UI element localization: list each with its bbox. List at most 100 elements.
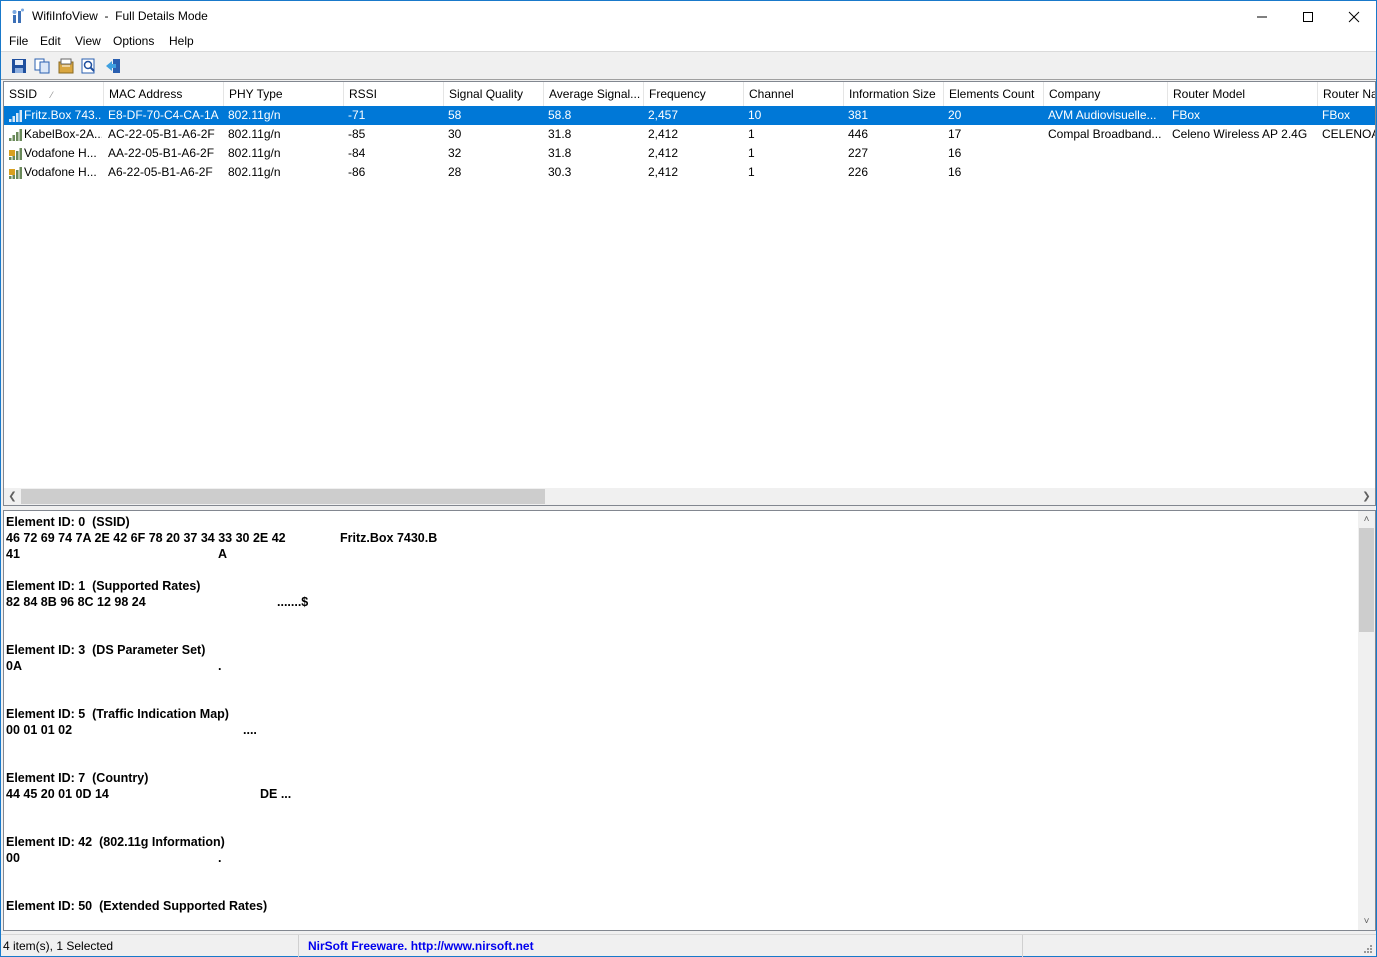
hex-bytes: 46 72 69 74 7A 2E 42 6F 78 20 37 34 33 3…	[6, 531, 286, 545]
ascii-text: .......$	[277, 595, 309, 609]
size-grip-icon[interactable]	[1362, 943, 1374, 955]
horizontal-scrollbar[interactable]: ❮ ❯	[4, 488, 1375, 505]
table-row[interactable]: Vodafone H... A6-22-05-B1-A6-2F 802.11g/n -…	[4, 163, 1375, 182]
cell-ssid: Vodafone H...	[24, 165, 97, 179]
menu-edit[interactable]: Edit	[39, 34, 62, 48]
scroll-down-icon[interactable]: ˅	[1358, 913, 1375, 930]
hex-line: 46 72 69 74 7A 2E 42 6F 78 20 37 34 33 3…	[6, 530, 1356, 546]
cell-ssid: KabelBox-2A...	[24, 127, 102, 141]
menu-help[interactable]: Help	[168, 34, 195, 48]
copy-icon[interactable]	[33, 57, 51, 75]
element-header: Element ID: 42 (802.11g Information)	[6, 835, 225, 849]
column-header-elements-count[interactable]: Elements Count	[944, 82, 1044, 106]
hex-bytes: 44 45 20 01 0D 14	[6, 787, 109, 801]
status-nirsoft-link[interactable]: NirSoft Freeware. http://www.nirsoft.net	[301, 935, 1023, 957]
properties-icon[interactable]	[57, 57, 75, 75]
cell-rssi: -71	[348, 108, 366, 122]
cell-frequency: 2,457	[648, 108, 679, 122]
cell-mac: A6-22-05-B1-A6-2F	[108, 165, 213, 179]
scroll-left-icon[interactable]: ❮	[4, 488, 21, 505]
cell-company: AVM Audiovisuelle...	[1048, 108, 1157, 122]
cell-signal-quality: 30	[448, 127, 462, 141]
cell-phy: 802.11g/n	[228, 146, 281, 160]
locked-signal-icon	[9, 167, 22, 179]
column-header-information-size[interactable]: Information Size	[844, 82, 944, 106]
details-pane[interactable]: Element ID: 0 (SSID) 46 72 69 74 7A 2E 42…	[3, 510, 1376, 931]
column-header-router-model[interactable]: Router Model	[1168, 82, 1318, 106]
element-header: Element ID: 1 (Supported Rates)	[6, 579, 201, 593]
element-header: Element ID: 7 (Country)	[6, 771, 149, 785]
find-icon[interactable]	[80, 57, 98, 75]
hex-bytes: 41	[6, 547, 20, 561]
element-header: Element ID: 3 (DS Parameter Set)	[6, 643, 206, 657]
maximize-icon	[1303, 11, 1313, 22]
cell-router-name: CELENOA	[1322, 127, 1376, 141]
menu-file[interactable]: File	[8, 34, 29, 48]
cell-phy: 802.11g/n	[228, 127, 281, 141]
horizontal-scroll-thumb[interactable]	[21, 489, 545, 504]
minimize-button[interactable]	[1239, 1, 1285, 32]
menu-options[interactable]: Options	[112, 34, 155, 48]
cell-elements-count: 16	[948, 146, 962, 160]
column-header-channel[interactable]: Channel	[744, 82, 844, 106]
vertical-scroll-thumb[interactable]	[1359, 528, 1374, 632]
cell-average-signal: 31.8	[548, 146, 572, 160]
scroll-right-icon[interactable]: ❯	[1358, 488, 1375, 505]
table-row[interactable]: KabelBox-2A... AC-22-05-B1-A6-2F 802.11g/n…	[4, 125, 1376, 144]
hex-line: 41 A	[6, 546, 1356, 562]
maximize-button[interactable]	[1285, 1, 1331, 32]
element-block: Element ID: 0 (SSID) 46 72 69 74 7A 2E 42…	[6, 514, 1356, 578]
column-header-frequency[interactable]: Frequency	[644, 82, 744, 106]
ascii-text: Fritz.Box 7430.B	[340, 531, 438, 545]
save-icon[interactable]	[10, 57, 28, 75]
toolbar	[1, 53, 1376, 80]
hex-bytes: 0A	[6, 659, 22, 673]
hex-bytes: 82 84 8B 96 8C 12 98 24	[6, 595, 146, 609]
cell-router-model: Celeno Wireless AP 2.4G	[1172, 127, 1308, 141]
element-block: Element ID: 50 (Extended Supported Rates…	[6, 898, 1356, 930]
table-row[interactable]: Vodafone H... AA-22-05-B1-A6-2F 802.11g/n -…	[4, 144, 1375, 163]
cell-elements-count: 17	[948, 127, 962, 141]
column-header-signal-quality[interactable]: Signal Quality	[444, 82, 544, 106]
column-header-router-name[interactable]: Router Na	[1318, 82, 1375, 106]
menu-bar: File Edit View Options Help	[1, 32, 1376, 52]
column-header-ssid[interactable]: SSID ⁄	[4, 82, 104, 106]
column-header-company[interactable]: Company	[1044, 82, 1168, 106]
column-header-phy[interactable]: PHY Type	[224, 82, 344, 106]
cell-rssi: -86	[348, 165, 366, 179]
cell-router-name: FBox	[1322, 108, 1351, 122]
cell-information-size: 227	[848, 146, 869, 160]
cell-average-signal: 58.8	[548, 108, 572, 122]
cell-information-size: 381	[848, 108, 869, 122]
ascii-text: .	[218, 851, 222, 865]
close-button[interactable]	[1331, 1, 1377, 32]
element-header: Element ID: 50 (Extended Supported Rates…	[6, 899, 268, 913]
cell-rssi: -85	[348, 127, 366, 141]
column-header-mac[interactable]: MAC Address	[104, 82, 224, 106]
title-bar[interactable]: WifiInfoView - Full Details Mode	[1, 1, 1376, 32]
hex-line: 0A.	[6, 658, 1356, 674]
column-header-rssi[interactable]: RSSI	[344, 82, 444, 106]
ascii-text: DE ...	[260, 787, 292, 801]
cell-ssid: Fritz.Box 743...	[24, 108, 102, 122]
hex-line: 00.	[6, 850, 1356, 866]
menu-view[interactable]: View	[74, 34, 102, 48]
cell-channel: 1	[748, 127, 755, 141]
status-empty-panel	[1025, 935, 1365, 957]
sort-ascending-icon: ⁄	[51, 90, 53, 100]
column-header-average-signal[interactable]: Average Signal...	[544, 82, 644, 106]
table-row[interactable]: Fritz.Box 743... E8-DF-70-C4-CA-1A 802.11g…	[4, 106, 1375, 125]
cell-elements-count: 16	[948, 165, 962, 179]
hex-line: 44 45 20 01 0D 14 DE ...	[6, 786, 1356, 802]
exit-icon[interactable]	[104, 57, 122, 75]
close-icon	[1348, 11, 1360, 22]
element-block: Element ID: 5 (Traffic Indication Map) 00…	[6, 706, 1356, 770]
hex-line: 00 01 01 02....	[6, 722, 1356, 738]
cell-channel: 1	[748, 146, 755, 160]
vertical-scrollbar[interactable]: ˄ ˅	[1358, 511, 1375, 930]
networks-list[interactable]: SSID ⁄ MAC Address PHY Type RSSI Signal Q…	[3, 81, 1376, 506]
element-block: Element ID: 7 (Country) 44 45 20 01 0D 14…	[6, 770, 1356, 834]
scroll-up-icon[interactable]: ˄	[1358, 511, 1375, 528]
signal-icon	[9, 129, 22, 141]
locked-signal-icon	[9, 148, 22, 160]
